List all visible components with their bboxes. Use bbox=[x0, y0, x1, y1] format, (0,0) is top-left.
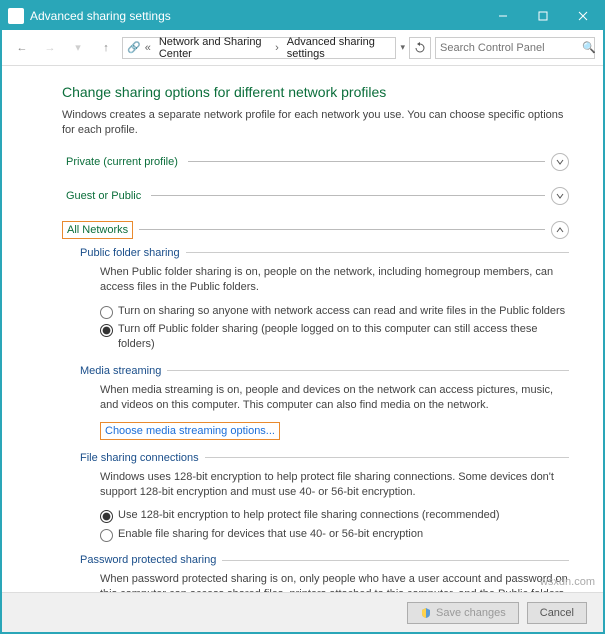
recent-dropdown[interactable]: ▾ bbox=[66, 36, 90, 60]
password-title: Password protected sharing bbox=[80, 554, 216, 566]
public-folder-desc: When Public folder sharing is on, people… bbox=[100, 265, 569, 296]
password-protected-sharing: Password protected sharing When password… bbox=[80, 554, 569, 592]
maximize-button[interactable] bbox=[523, 2, 563, 30]
media-streaming: Media streaming When media streaming is … bbox=[80, 365, 569, 440]
divider bbox=[205, 457, 569, 458]
chevron-right-icon: › bbox=[273, 42, 281, 54]
divider bbox=[222, 560, 569, 561]
section-guest[interactable]: Guest or Public bbox=[62, 187, 569, 205]
titlebar: Advanced sharing settings bbox=[2, 2, 603, 30]
forward-button[interactable]: → bbox=[38, 36, 62, 60]
search-input[interactable]: 🔍 bbox=[435, 37, 595, 59]
section-guest-label: Guest or Public bbox=[62, 188, 145, 204]
section-all-label: All Networks bbox=[62, 221, 133, 239]
encryption-128[interactable]: Use 128-bit encryption to help protect f… bbox=[100, 508, 569, 523]
expand-private-icon[interactable] bbox=[551, 153, 569, 171]
control-panel-icon bbox=[8, 8, 24, 24]
file-sharing-title: File sharing connections bbox=[80, 452, 199, 464]
breadcrumb[interactable]: 🔗 « Network and Sharing Center › Advance… bbox=[122, 37, 396, 59]
save-changes-button[interactable]: Save changes bbox=[407, 602, 519, 624]
section-all-networks[interactable]: All Networks bbox=[62, 221, 569, 239]
divider bbox=[167, 370, 569, 371]
crumb-current[interactable]: Advanced sharing settings bbox=[283, 34, 392, 62]
shield-icon bbox=[420, 607, 432, 619]
file-sharing-connections: File sharing connections Windows uses 12… bbox=[80, 452, 569, 543]
close-button[interactable] bbox=[563, 2, 603, 30]
divider bbox=[139, 229, 545, 230]
search-icon[interactable]: 🔍 bbox=[582, 41, 596, 54]
media-desc: When media streaming is on, people and d… bbox=[100, 383, 569, 414]
collapse-all-icon[interactable] bbox=[551, 221, 569, 239]
network-icon: 🔗 bbox=[127, 40, 141, 56]
window-title: Advanced sharing settings bbox=[30, 9, 483, 23]
refresh-button[interactable] bbox=[409, 37, 431, 59]
watermark: wsxdn.com bbox=[540, 576, 595, 588]
page-heading: Change sharing options for different net… bbox=[62, 84, 569, 100]
minimize-button[interactable] bbox=[483, 2, 523, 30]
page-description: Windows creates a separate network profi… bbox=[62, 108, 569, 139]
navbar: ← → ▾ ↑ 🔗 « Network and Sharing Center ›… bbox=[2, 30, 603, 66]
dropdown-icon[interactable]: ▾ bbox=[400, 42, 405, 53]
public-folder-sharing: Public folder sharing When Public folder… bbox=[80, 247, 569, 353]
section-private[interactable]: Private (current profile) bbox=[62, 153, 569, 171]
footer: Save changes Cancel bbox=[2, 592, 603, 632]
content-area: Change sharing options for different net… bbox=[2, 66, 603, 592]
media-options-link[interactable]: Choose media streaming options... bbox=[100, 422, 280, 440]
back-button[interactable]: ← bbox=[10, 36, 34, 60]
public-folder-off[interactable]: Turn off Public folder sharing (people l… bbox=[100, 322, 569, 353]
divider bbox=[151, 195, 545, 196]
divider bbox=[186, 252, 569, 253]
encryption-40-56[interactable]: Enable file sharing for devices that use… bbox=[100, 527, 569, 542]
section-private-label: Private (current profile) bbox=[62, 154, 182, 170]
crumb-network-center[interactable]: Network and Sharing Center bbox=[155, 34, 271, 62]
expand-guest-icon[interactable] bbox=[551, 187, 569, 205]
password-desc: When password protected sharing is on, o… bbox=[100, 572, 569, 592]
public-folder-title: Public folder sharing bbox=[80, 247, 180, 259]
search-field[interactable] bbox=[440, 42, 582, 54]
chevron-left-icon[interactable]: « bbox=[143, 42, 153, 54]
cancel-button[interactable]: Cancel bbox=[527, 602, 587, 624]
file-sharing-desc: Windows uses 128-bit encryption to help … bbox=[100, 470, 569, 501]
up-button[interactable]: ↑ bbox=[94, 36, 118, 60]
divider bbox=[188, 161, 545, 162]
public-folder-on[interactable]: Turn on sharing so anyone with network a… bbox=[100, 304, 569, 319]
media-title: Media streaming bbox=[80, 365, 161, 377]
